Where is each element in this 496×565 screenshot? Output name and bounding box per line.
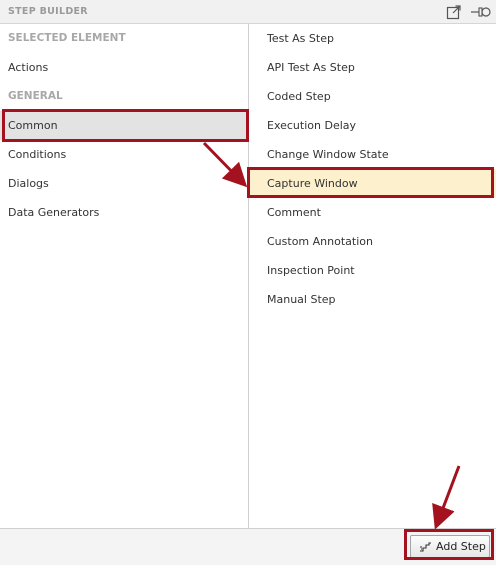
step-item-comment[interactable]: Comment — [249, 198, 496, 227]
step-item-change-window-state[interactable]: Change Window State — [249, 140, 496, 169]
category-item-conditions[interactable]: Conditions — [0, 140, 248, 169]
step-item-inspection-point[interactable]: Inspection Point — [249, 256, 496, 285]
steps-icon — [420, 541, 431, 552]
panel-titlebar: STEP BUILDER — [0, 0, 496, 24]
step-item-capture-window[interactable]: Capture Window — [249, 169, 496, 198]
category-item-dialogs[interactable]: Dialogs — [0, 169, 248, 198]
step-list: Test As Step API Test As Step Coded Step… — [249, 24, 496, 528]
category-list: SELECTED ELEMENT Actions GENERAL Common … — [0, 24, 249, 528]
step-item-execution-delay[interactable]: Execution Delay — [249, 111, 496, 140]
section-header-general: GENERAL — [8, 90, 63, 102]
category-item-common[interactable]: Common — [0, 111, 248, 140]
add-step-label: Add Step — [436, 540, 486, 553]
popout-icon[interactable] — [445, 3, 463, 21]
add-step-button[interactable]: Add Step — [410, 535, 490, 558]
step-item-test-as-step[interactable]: Test As Step — [249, 24, 496, 53]
section-header-selected-element: SELECTED ELEMENT — [8, 32, 126, 44]
category-item-data-generators[interactable]: Data Generators — [0, 198, 248, 227]
step-item-manual-step[interactable]: Manual Step — [249, 285, 496, 314]
step-item-api-test-as-step[interactable]: API Test As Step — [249, 53, 496, 82]
category-item-actions[interactable]: Actions — [0, 53, 248, 82]
step-item-custom-annotation[interactable]: Custom Annotation — [249, 227, 496, 256]
pin-icon[interactable] — [470, 3, 491, 21]
panel-title: STEP BUILDER — [8, 6, 88, 17]
step-item-coded-step[interactable]: Coded Step — [249, 82, 496, 111]
